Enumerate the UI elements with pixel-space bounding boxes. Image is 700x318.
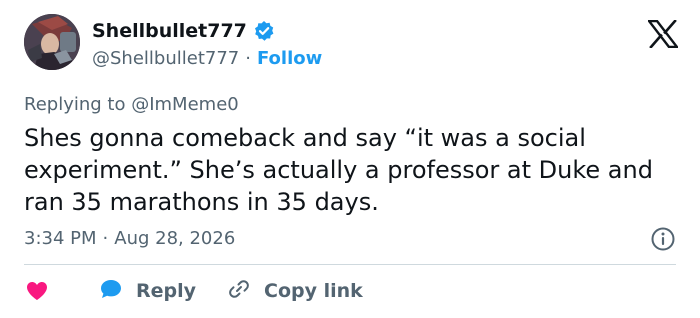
meta-separator: · [102, 228, 109, 249]
link-icon [226, 276, 252, 307]
avatar-image [24, 14, 80, 70]
divider [24, 264, 676, 265]
reply-button[interactable]: Reply [98, 276, 196, 307]
handle-separator: · [245, 48, 251, 69]
verified-badge-icon [253, 20, 275, 42]
display-name[interactable]: Shellbullet777 [92, 20, 247, 42]
name-row: Shellbullet777 [92, 20, 275, 42]
tweet-card: Shellbullet777 @Shellbullet777 · Follow … [0, 0, 700, 318]
tweet-time[interactable]: 3:34 PM [24, 228, 97, 249]
avatar[interactable] [24, 14, 80, 70]
follow-button[interactable]: Follow [257, 48, 322, 69]
copy-link-button[interactable]: Copy link [226, 276, 363, 307]
reply-context-prefix: Replying to [24, 94, 126, 115]
action-bar: Reply Copy link [24, 276, 363, 306]
tweet-date[interactable]: Aug 28, 2026 [114, 228, 235, 249]
reply-label: Reply [136, 280, 197, 302]
info-icon[interactable] [650, 226, 676, 252]
heart-icon[interactable] [24, 278, 50, 304]
user-handle[interactable]: @Shellbullet777 [92, 48, 239, 69]
reply-mention-link[interactable]: @ImMeme0 [131, 94, 239, 115]
copy-link-label: Copy link [264, 280, 363, 302]
tweet-meta: 3:34 PM · Aug 28, 2026 [24, 228, 235, 249]
handle-row: @Shellbullet777 · Follow [92, 48, 322, 69]
speech-bubble-icon [98, 276, 124, 307]
x-logo-icon[interactable] [646, 19, 680, 49]
tweet-text: Shes gonna comeback and say “it was a so… [24, 124, 661, 216]
reply-context: Replying to @ImMeme0 [24, 94, 239, 115]
